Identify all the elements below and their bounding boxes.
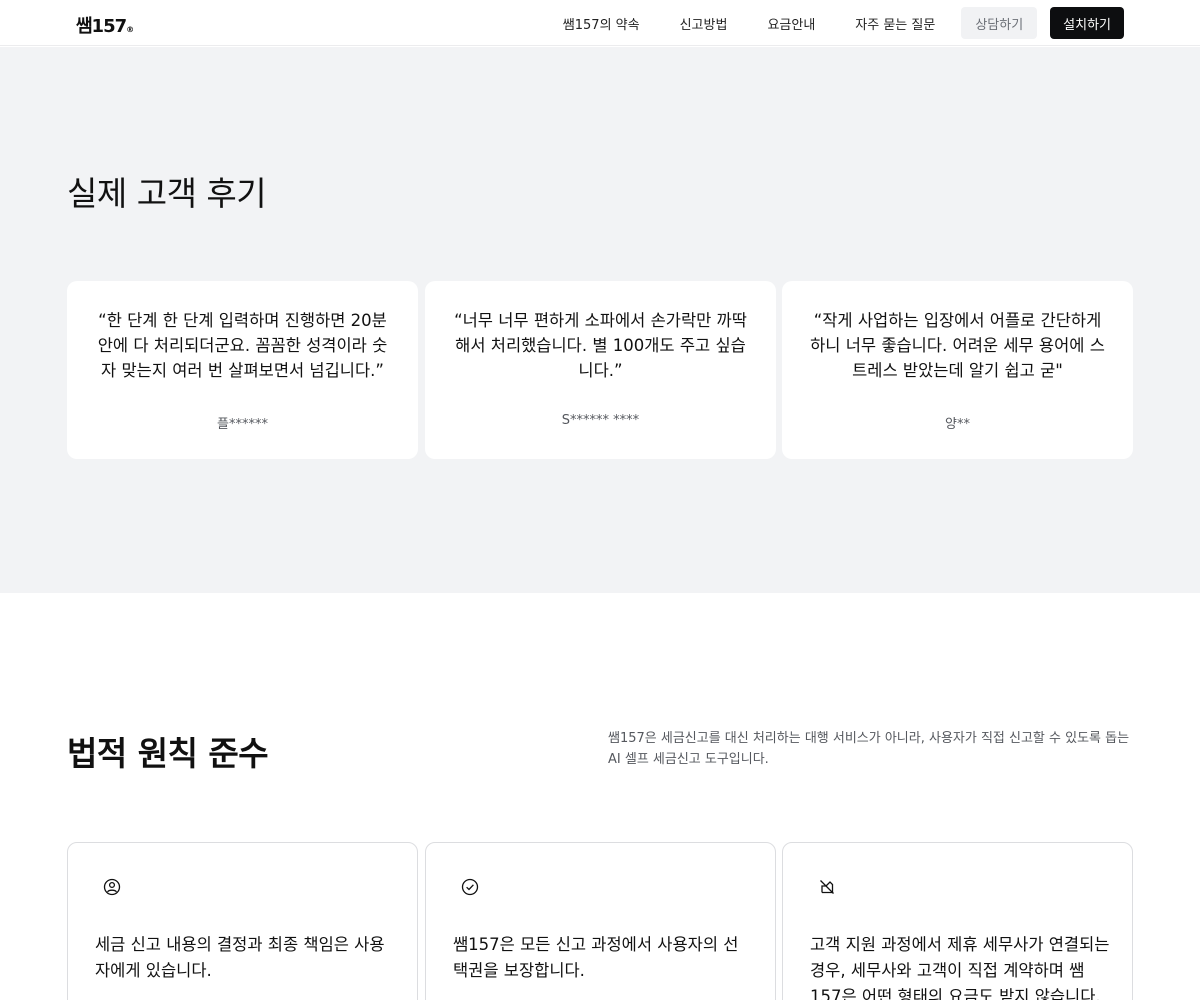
legal-card: 쌤157은 모든 신고 과정에서 사용자의 선택권을 보장합니다. [425,842,776,1000]
review-author: 플****** [217,417,268,432]
nav-pricing[interactable]: 요금안내 [767,14,815,33]
reviews-section: 실제 고객 후기 “한 단계 한 단계 입력하며 진행하면 20분 안에 다 처… [0,47,1200,593]
nav-faq[interactable]: 자주 묻는 질문 [855,14,935,33]
legal-description: 쌤157은 세금신고를 대신 처리하는 대행 서비스가 아니라, 사용자가 직접… [608,731,1130,767]
review-quote: “작게 사업하는 입장에서 어플로 간단하게 하니 너무 좋습니다. 어려운 세… [810,311,1105,380]
legal-title: 법적 원칙 준수 [67,734,269,773]
review-quote: “너무 너무 편하게 소파에서 손가락만 까딱해서 처리했습니다. 별 100개… [454,311,747,380]
site-header: 쌤157® 쌤157의 약속 신고방법 요금안내 자주 묻는 질문 상담하기 설… [0,0,1200,46]
logo-text: 쌤157 [76,16,127,37]
legal-card-text: 세금 신고 내용의 결정과 최종 책임은 사용자에게 있습니다. [95,935,385,980]
review-card: “너무 너무 편하게 소파에서 손가락만 까딱해서 처리했습니다. 별 100개… [425,281,776,459]
main-nav: 쌤157의 약속 신고방법 요금안내 자주 묻는 질문 상담하기 설치하기 [563,7,1124,39]
review-author: S****** **** [561,413,640,428]
check-circle-icon [461,878,479,896]
legal-card-text: 고객 지원 과정에서 제휴 세무사가 연결되는 경우, 세무사와 고객이 직접 … [810,935,1110,1000]
review-card: “작게 사업하는 입장에서 어플로 간단하게 하니 너무 좋습니다. 어려운 세… [782,281,1133,459]
install-button[interactable]: 설치하기 [1050,7,1124,39]
consult-button[interactable]: 상담하기 [961,7,1038,39]
no-fee-icon [820,880,834,894]
legal-card: 고객 지원 과정에서 제휴 세무사가 연결되는 경우, 세무사와 고객이 직접 … [782,842,1133,1000]
logo-registered-mark: ® [126,25,135,34]
reviews-title: 실제 고객 후기 [67,174,267,213]
review-author: 양** [945,417,970,432]
nav-how-to-file[interactable]: 신고방법 [680,14,728,33]
review-quote: “한 단계 한 단계 입력하며 진행하면 20분 안에 다 처리되더군요. 꼼꼼… [97,311,388,380]
legal-card-text: 쌤157은 모든 신고 과정에서 사용자의 선택권을 보장합니다. [453,935,739,980]
legal-card: 세금 신고 내용의 결정과 최종 책임은 사용자에게 있습니다. [67,842,418,1000]
review-card: “한 단계 한 단계 입력하며 진행하면 20분 안에 다 처리되더군요. 꼼꼼… [67,281,418,459]
user-circle-icon [103,878,121,896]
nav-promise[interactable]: 쌤157의 약속 [563,14,640,33]
logo[interactable]: 쌤157® [76,12,134,38]
